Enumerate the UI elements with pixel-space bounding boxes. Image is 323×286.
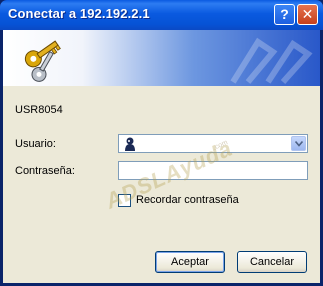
dialog-client-area: USR8054 Usuario: Contraseña: Recordar co… — [3, 30, 320, 283]
help-button[interactable]: ? — [274, 4, 295, 25]
keys-icon — [24, 40, 61, 82]
login-dialog-window: Conectar a 192.192.2.1 ? ✕ USR8054 Usuar… — [0, 0, 323, 286]
user-dropdown-button[interactable] — [291, 136, 306, 151]
cancel-button[interactable]: Cancelar — [237, 251, 307, 273]
keys-watermark-icon — [230, 37, 313, 84]
close-button[interactable]: ✕ — [297, 4, 318, 25]
password-label: Contraseña: — [15, 165, 75, 177]
ok-button[interactable]: Aceptar — [155, 251, 225, 273]
chevron-down-icon — [295, 141, 303, 147]
help-icon: ? — [280, 6, 289, 22]
server-name: USR8054 — [15, 104, 63, 116]
title-bar[interactable]: Conectar a 192.192.2.1 ? ✕ — [0, 0, 323, 30]
window-title: Conectar a 192.192.2.1 — [8, 6, 150, 21]
user-icon — [125, 137, 135, 151]
close-icon: ✕ — [301, 6, 314, 22]
user-label: Usuario: — [15, 138, 56, 150]
header-banner — [3, 30, 320, 86]
